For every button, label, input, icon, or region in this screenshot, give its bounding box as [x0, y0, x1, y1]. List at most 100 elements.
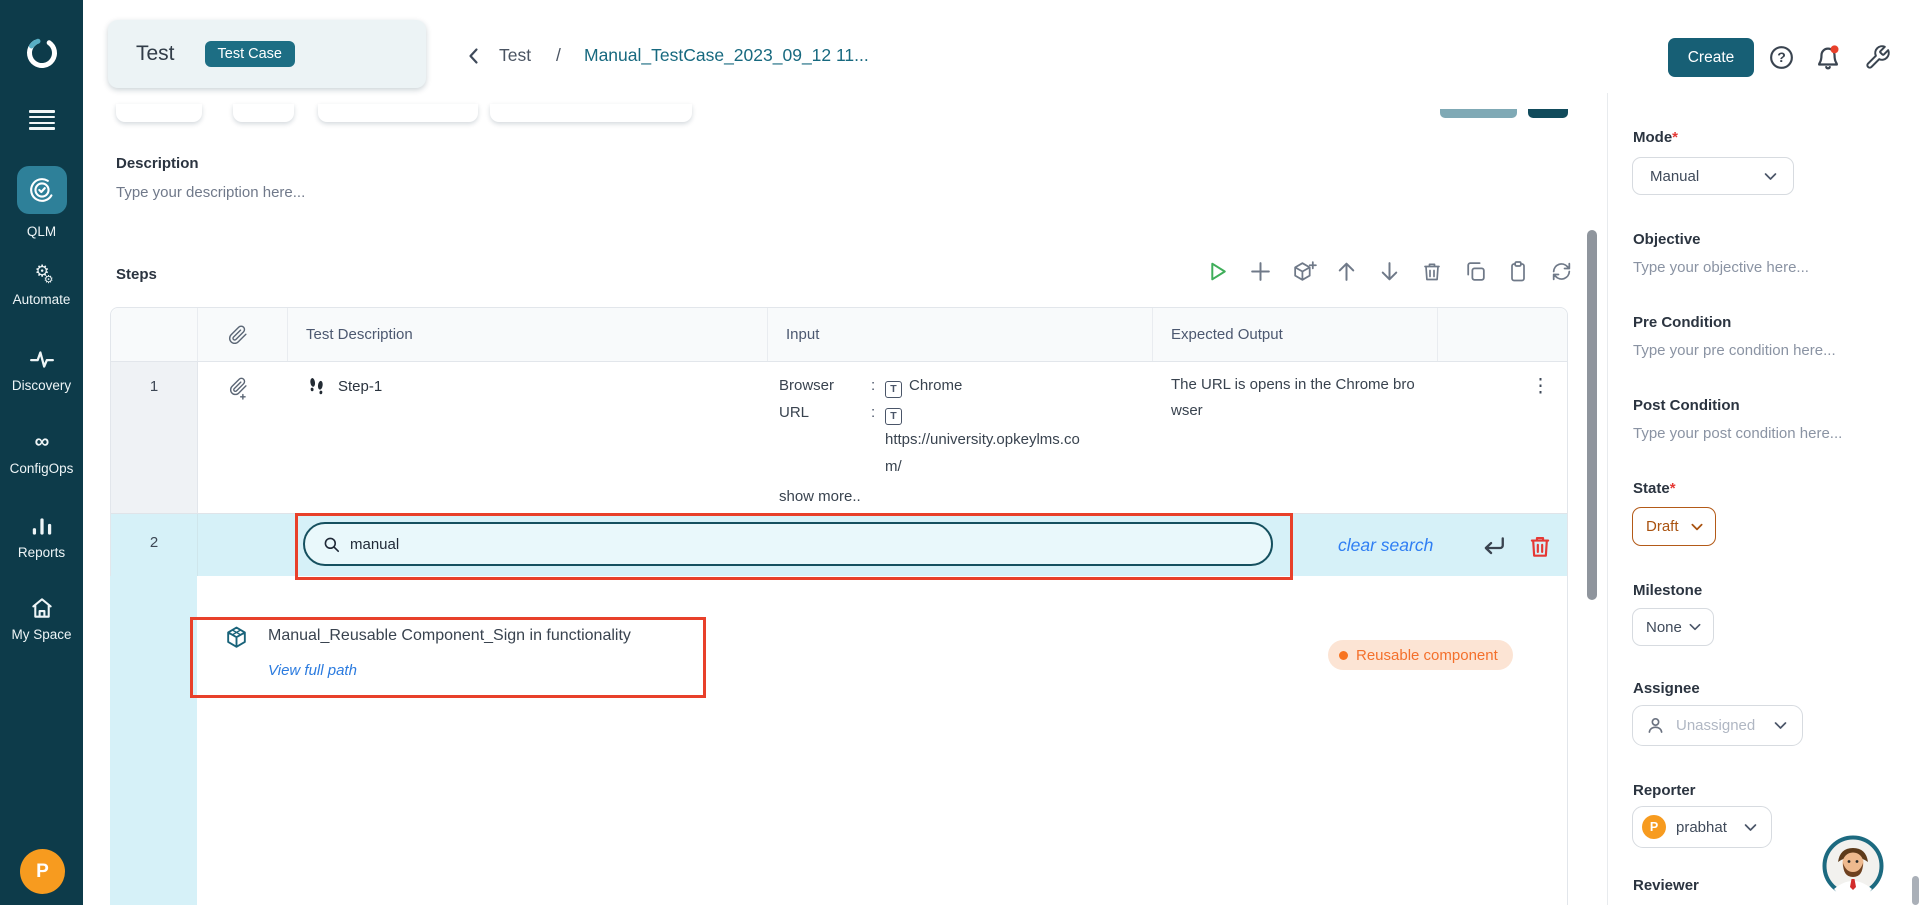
- pulse-icon: [29, 351, 54, 368]
- attach-file-button[interactable]: [228, 376, 253, 401]
- steps-label: Steps: [116, 266, 157, 283]
- step-row-1[interactable]: 1 Step-1 Browser: T Chrome URL: T http…: [111, 361, 1567, 513]
- play-icon: [1211, 262, 1226, 281]
- paperclip-plus-icon: [229, 377, 247, 400]
- chevron-down-icon: [1689, 623, 1701, 631]
- help-button[interactable]: ?: [1768, 44, 1795, 71]
- assignee-dropdown[interactable]: Unassigned: [1632, 705, 1803, 746]
- assistant-mascot-avatar[interactable]: [1822, 835, 1884, 897]
- action-button-cutoff[interactable]: [1528, 109, 1568, 118]
- footsteps-icon: [310, 378, 323, 395]
- add-step-button[interactable]: [1248, 259, 1273, 284]
- copy-icon: [1467, 262, 1485, 281]
- reporter-label: Reporter: [1633, 782, 1696, 799]
- main-scrollbar-thumb[interactable]: [1587, 230, 1597, 600]
- sidebar-item-my-space[interactable]: My Space: [0, 595, 83, 642]
- post-condition-placeholder[interactable]: Type your post condition here...: [1633, 425, 1842, 442]
- show-more-link[interactable]: show more..: [779, 483, 1153, 510]
- clipboard-icon: [1511, 261, 1525, 282]
- action-button-cutoff[interactable]: [1440, 109, 1517, 118]
- chevron-down-icon: [1774, 722, 1787, 729]
- column-row-number: [111, 308, 198, 361]
- breadcrumb-separator: /: [556, 45, 561, 65]
- sidebar-item-discovery[interactable]: Discovery: [0, 346, 83, 393]
- breadcrumb-parent[interactable]: Test: [499, 45, 531, 66]
- chevron-down-icon: [1744, 823, 1757, 831]
- reporter-dropdown[interactable]: P prabhat: [1632, 806, 1772, 848]
- entity-title: Test: [136, 42, 175, 65]
- badge-dot: [1339, 650, 1348, 660]
- move-step-down-button[interactable]: [1377, 259, 1402, 284]
- help-icon: ?: [1770, 46, 1793, 69]
- milestone-dropdown[interactable]: None: [1632, 608, 1714, 646]
- chevron-left-icon: [469, 48, 478, 64]
- tag-chip-cutoff[interactable]: [233, 104, 294, 122]
- steps-toolbar: [1205, 259, 1574, 284]
- breadcrumb-back-button[interactable]: [462, 44, 486, 68]
- mode-dropdown[interactable]: Manual: [1632, 157, 1794, 195]
- settings-button[interactable]: [1864, 44, 1891, 71]
- notifications-button[interactable]: [1814, 44, 1842, 72]
- chevron-down-icon: [1764, 172, 1777, 180]
- add-reusable-component-button[interactable]: [1291, 259, 1317, 284]
- details-panel-divider: [1607, 93, 1608, 905]
- menu-hamburger-icon[interactable]: [29, 110, 55, 133]
- run-steps-button[interactable]: [1205, 259, 1230, 284]
- delete-step-button[interactable]: [1420, 259, 1445, 284]
- test-case-editor-page: QLM ⚙ ⚙ Automate Discovery ∞ ConfigOps R…: [0, 0, 1920, 905]
- paperclip-icon: [228, 324, 247, 344]
- objective-label: Objective: [1633, 231, 1701, 248]
- clear-search-link[interactable]: clear search: [1338, 535, 1433, 556]
- paste-step-button[interactable]: [1506, 259, 1531, 284]
- reporter-avatar: P: [1642, 815, 1666, 839]
- sidebar-item-qlm[interactable]: [17, 166, 67, 214]
- create-button[interactable]: Create: [1668, 38, 1754, 77]
- duplicate-step-button[interactable]: [1463, 259, 1488, 284]
- panel-scrollbar-thumb[interactable]: [1912, 876, 1919, 905]
- column-actions: [1438, 308, 1567, 361]
- step-1-expected-output[interactable]: The URL is opens in the Chrome browser: [1153, 362, 1438, 513]
- tag-chip-cutoff[interactable]: [116, 104, 202, 122]
- sidebar-item-reports[interactable]: Reports: [0, 513, 83, 560]
- trash-red-icon: [1530, 536, 1550, 557]
- sidebar-item-automate[interactable]: ⚙ ⚙ Automate: [0, 260, 83, 307]
- tag-chip-cutoff[interactable]: [318, 104, 478, 122]
- refresh-steps-button[interactable]: [1549, 259, 1574, 284]
- objective-placeholder[interactable]: Type your objective here...: [1633, 259, 1809, 276]
- refresh-icon: [1552, 262, 1571, 281]
- move-step-up-button[interactable]: [1334, 259, 1359, 284]
- pre-condition-placeholder[interactable]: Type your pre condition here...: [1633, 342, 1836, 359]
- sync-loop-icon: ∞: [34, 430, 49, 453]
- step-1-input-cell[interactable]: Browser : T Chrome URL : T https://univer…: [768, 362, 1153, 513]
- confirm-search-button[interactable]: [1480, 532, 1508, 560]
- step-1-more-actions-button[interactable]: ⋮: [1531, 376, 1550, 398]
- row-2-gutter: [110, 576, 197, 905]
- sidebar-item-configops[interactable]: ∞ ConfigOps: [0, 429, 83, 476]
- opkey-logo-icon[interactable]: [23, 34, 61, 72]
- annotation-highlight-search-box: [295, 513, 1293, 580]
- url-value: https://university.opkeylms.com/: [885, 431, 1080, 475]
- cube-plus-icon: [1294, 261, 1317, 281]
- description-label: Description: [116, 155, 199, 172]
- state-dropdown[interactable]: Draft: [1632, 507, 1716, 546]
- wrench-icon: [1866, 45, 1890, 69]
- arrow-up-icon: [1338, 262, 1355, 281]
- user-avatar[interactable]: P: [20, 849, 65, 894]
- gears-icon: ⚙ ⚙: [34, 262, 53, 286]
- step-1-description-cell[interactable]: Step-1: [288, 362, 768, 513]
- delete-step-2-button[interactable]: [1527, 533, 1553, 560]
- mode-label: Mode*: [1633, 129, 1679, 146]
- home-icon: [31, 598, 52, 618]
- person-icon: [1648, 718, 1663, 733]
- milestone-label: Milestone: [1633, 582, 1703, 599]
- text-type-icon: T: [885, 381, 902, 398]
- svg-text:∞: ∞: [34, 430, 49, 453]
- reviewer-label: Reviewer: [1633, 877, 1699, 894]
- trash-icon: [1424, 263, 1440, 281]
- post-condition-label: Post Condition: [1633, 397, 1740, 414]
- annotation-highlight-search-result: [190, 617, 706, 698]
- description-placeholder[interactable]: Type your description here...: [116, 184, 305, 201]
- enter-key-icon: [1484, 537, 1504, 555]
- tag-chip-cutoff[interactable]: [490, 104, 692, 122]
- column-attachment: [198, 308, 288, 361]
